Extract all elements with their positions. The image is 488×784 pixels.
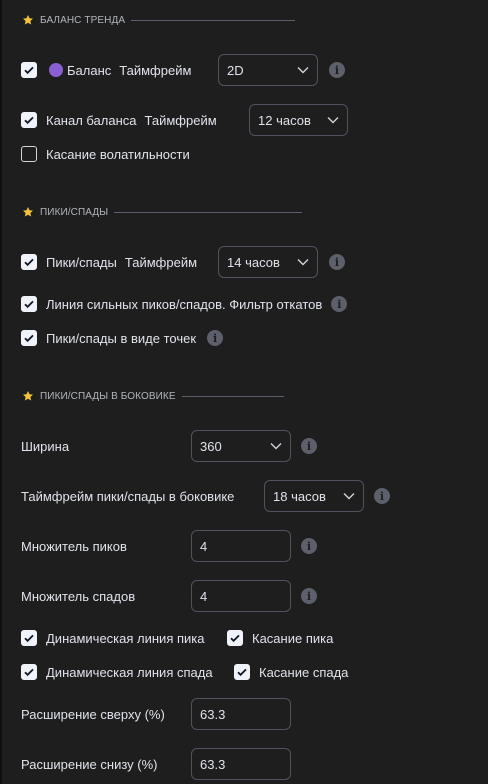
peaks-timeframe-value: 14 часов — [227, 254, 280, 270]
dynamic-dip-row: Динамическая линия спада — [21, 663, 213, 681]
extension-bottom-value: 63.3 — [200, 756, 226, 772]
peak-touch-label: Касание пика — [252, 630, 334, 646]
balance-timeframe-value: 2D — [227, 62, 244, 78]
volatility-touch-checkbox[interactable] — [21, 146, 37, 162]
dynamic-dip-label: Динамическая линия спада — [46, 664, 213, 680]
dots-label: Пики/спады в виде точек — [46, 330, 197, 346]
dots-checkbox[interactable] — [21, 330, 37, 346]
peak-touch-checkbox[interactable] — [227, 630, 243, 646]
checkmark-icon — [24, 634, 34, 643]
peaks-label: Пики/спады — [46, 254, 117, 270]
extension-bottom-input[interactable]: 63.3 — [191, 748, 291, 780]
checkmark-icon — [237, 668, 247, 677]
strong-line-row: Линия сильных пиков/спадов. Фильтр откат… — [21, 295, 348, 313]
section-divider — [181, 395, 284, 397]
color-dot-icon — [49, 63, 63, 77]
checkmark-icon — [24, 66, 34, 75]
info-icon[interactable]: i — [329, 62, 345, 78]
peak-multiplier-input[interactable]: 4 — [191, 530, 291, 562]
info-icon[interactable]: i — [301, 538, 317, 554]
balance-label: Баланс — [67, 62, 112, 78]
panel-edge — [0, 0, 2, 784]
peaks-timeframe-select[interactable]: 14 часов — [218, 246, 318, 278]
extension-bottom-label: Расширение снизу (%) — [21, 757, 158, 772]
balance-channel-row: Канал баланса Таймфрейм — [21, 104, 217, 136]
dip-multiplier-input[interactable]: 4 — [191, 580, 291, 612]
balance-channel-timeframe-label: Таймфрейм — [144, 112, 217, 128]
balance-timeframe-label: Таймфрейм — [119, 62, 192, 78]
info-icon[interactable]: i — [329, 254, 345, 270]
checkmark-icon — [24, 300, 34, 309]
width-label: Ширина — [21, 439, 70, 454]
dip-touch-row: Касание спада — [234, 663, 348, 681]
info-icon[interactable]: i — [207, 330, 224, 346]
chevron-down-icon — [343, 493, 355, 500]
volatility-touch-label: Касание волатильности — [46, 146, 190, 162]
dip-multiplier-label: Множитель спадов — [21, 589, 136, 604]
checkmark-icon — [24, 334, 34, 343]
star-icon — [23, 207, 33, 217]
dots-row: Пики/спады в виде точек i — [21, 329, 224, 347]
width-value: 360 — [200, 438, 222, 454]
peak-multiplier-label: Множитель пиков — [21, 539, 127, 554]
sideways-timeframe-select[interactable]: 18 часов — [264, 480, 364, 512]
sideways-timeframe-value: 18 часов — [273, 488, 326, 504]
balance-channel-timeframe-select[interactable]: 12 часов — [249, 104, 348, 136]
section-header-peaks: ПИКИ/СПАДЫ — [22, 206, 303, 218]
dynamic-peak-row: Динамическая линия пика — [21, 629, 204, 647]
dynamic-dip-checkbox[interactable] — [21, 664, 37, 680]
balance-timeframe-select[interactable]: 2D — [218, 54, 318, 86]
section-header-sideways: ПИКИ/СПАДЫ В БОКОВИКЕ — [22, 390, 284, 402]
extension-top-input[interactable]: 63.3 — [191, 698, 291, 730]
checkmark-icon — [24, 668, 34, 677]
peaks-timeframe-label: Таймфрейм — [124, 254, 198, 270]
chevron-down-icon — [270, 443, 282, 450]
chevron-down-icon — [327, 117, 339, 124]
section-header-trend-balance: БАЛАНС ТРЕНДА — [22, 14, 296, 26]
info-icon[interactable]: i — [331, 296, 348, 312]
section-divider — [131, 19, 296, 21]
dip-touch-checkbox[interactable] — [234, 664, 250, 680]
balance-channel-checkbox[interactable] — [21, 112, 37, 128]
info-icon[interactable]: i — [301, 588, 317, 604]
peak-multiplier-value: 4 — [200, 538, 208, 554]
strong-line-label: Линия сильных пиков/спадов. Фильтр откат… — [46, 296, 323, 312]
chevron-down-icon — [297, 259, 309, 266]
width-select[interactable]: 360 — [191, 430, 291, 462]
checkmark-icon — [24, 258, 34, 267]
balance-checkbox[interactable] — [21, 62, 37, 78]
peak-touch-row: Касание пика — [227, 629, 333, 647]
dynamic-peak-checkbox[interactable] — [21, 630, 37, 646]
section-title: ПИКИ/СПАДЫ — [40, 206, 109, 218]
checkmark-icon — [24, 116, 34, 125]
balance-channel-timeframe-value: 12 часов — [258, 112, 311, 128]
section-divider — [114, 211, 303, 213]
section-title: ПИКИ/СПАДЫ В БОКОВИКЕ — [40, 390, 176, 402]
dip-multiplier-value: 4 — [200, 588, 208, 604]
star-icon — [23, 15, 33, 25]
balance-row: Баланс Таймфрейм — [21, 54, 191, 86]
checkmark-icon — [230, 634, 240, 643]
volatility-touch-row: Касание волатильности — [21, 145, 190, 163]
sideways-timeframe-label: Таймфрейм пики/спады в боковике — [21, 489, 235, 504]
extension-top-value: 63.3 — [200, 706, 226, 722]
extension-top-label: Расширение сверху (%) — [21, 707, 165, 722]
strong-line-checkbox[interactable] — [21, 296, 37, 312]
dynamic-peak-label: Динамическая линия пика — [46, 630, 205, 646]
info-icon[interactable]: i — [374, 488, 390, 504]
balance-channel-label: Канал баланса — [46, 112, 137, 128]
info-icon[interactable]: i — [301, 438, 317, 454]
dip-touch-label: Касание спада — [259, 664, 349, 680]
chevron-down-icon — [297, 67, 309, 74]
section-title: БАЛАНС ТРЕНДА — [40, 14, 126, 26]
peaks-checkbox[interactable] — [21, 254, 37, 270]
peaks-row: Пики/спады Таймфрейм — [21, 246, 197, 278]
star-icon — [23, 391, 33, 401]
